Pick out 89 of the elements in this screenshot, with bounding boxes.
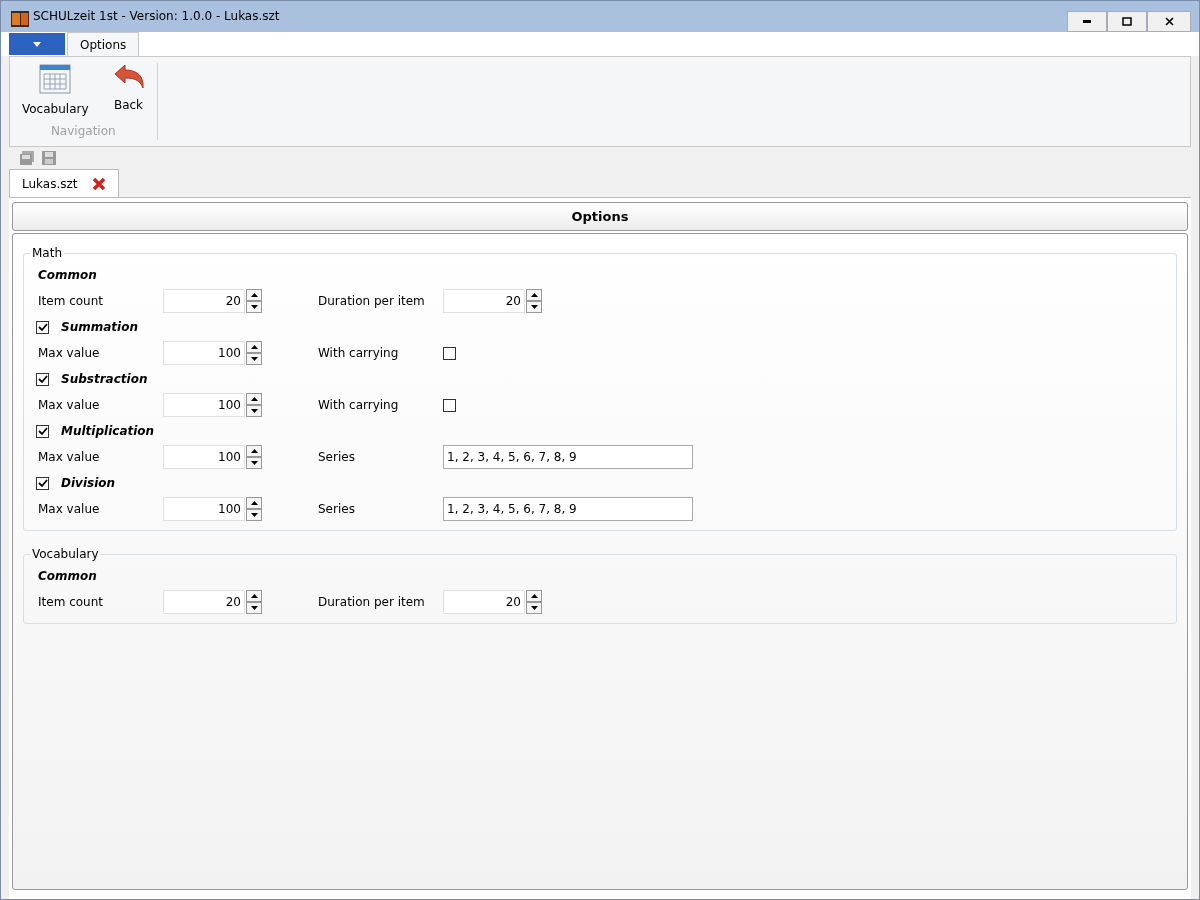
- spin-down-button[interactable]: [246, 602, 262, 614]
- ribbon-button[interactable]: Back: [108, 63, 149, 118]
- field-label: Max value: [38, 501, 101, 518]
- spin-up-button[interactable]: [246, 341, 262, 353]
- field-label: Max value: [38, 449, 101, 466]
- group-title: Vocabulary: [31, 546, 100, 563]
- close-icon[interactable]: [91, 176, 106, 191]
- spin-up-button[interactable]: [246, 497, 262, 509]
- up-arrow-icon: [250, 293, 258, 297]
- section-heading: Summation: [61, 319, 138, 336]
- save-icon: [41, 150, 57, 166]
- spin-down-button[interactable]: [246, 301, 262, 313]
- minimize-button[interactable]: [1067, 11, 1107, 32]
- save-all-icon: [19, 150, 35, 166]
- field-label: With carrying: [318, 345, 400, 362]
- number-field[interactable]: 100: [163, 445, 245, 469]
- app-logo-icon: [11, 11, 29, 27]
- field-label: Duration per item: [318, 594, 426, 611]
- maximize-icon: [1122, 17, 1132, 26]
- close-icon: [1164, 17, 1174, 26]
- spin-up-button[interactable]: [246, 445, 262, 457]
- checkbox[interactable]: [443, 346, 456, 360]
- number-field[interactable]: 100: [163, 341, 245, 365]
- section-heading: Multiplication: [61, 423, 155, 440]
- spin-down-button[interactable]: [246, 509, 262, 521]
- up-arrow-icon: [250, 345, 258, 349]
- number-field[interactable]: 20: [443, 590, 525, 614]
- field-label: Max value: [38, 397, 101, 414]
- close-button[interactable]: [1147, 11, 1191, 32]
- spin-down-button[interactable]: [246, 405, 262, 417]
- section-heading: Common: [38, 267, 97, 284]
- ribbon-button[interactable]: Vocabulary: [18, 63, 93, 118]
- group-label: Navigation: [50, 123, 116, 140]
- number-field[interactable]: 20: [443, 289, 525, 313]
- table-icon: [39, 64, 72, 94]
- up-arrow-icon: [250, 501, 258, 505]
- section-heading: Division: [61, 475, 116, 492]
- checkbox[interactable]: [36, 424, 49, 438]
- section-heading: Common: [38, 568, 97, 585]
- spin-down-button[interactable]: [246, 353, 262, 365]
- spin-up-button[interactable]: [526, 590, 542, 602]
- number-field[interactable]: 100: [163, 497, 245, 521]
- text-field[interactable]: 1, 2, 3, 4, 5, 6, 7, 8, 9: [443, 445, 693, 469]
- checkbox[interactable]: [36, 372, 49, 386]
- maximize-button[interactable]: [1107, 11, 1147, 32]
- spin-up-button[interactable]: [526, 289, 542, 301]
- spin-up-button[interactable]: [246, 289, 262, 301]
- section-heading: Substraction: [61, 371, 148, 388]
- down-arrow-icon: [250, 606, 258, 610]
- field-label: Max value: [38, 345, 101, 362]
- field-label: Series: [318, 449, 356, 466]
- field-label: Item count: [38, 293, 104, 310]
- number-field[interactable]: 20: [163, 289, 245, 313]
- up-arrow-icon: [530, 594, 538, 598]
- spin-down-button[interactable]: [526, 301, 542, 313]
- field-label: Duration per item: [318, 293, 426, 310]
- field-label: With carrying: [318, 397, 400, 414]
- document-tab[interactable]: Lukas.szt: [9, 169, 119, 197]
- number-field[interactable]: 100: [163, 393, 245, 417]
- down-arrow-icon: [250, 357, 258, 361]
- up-arrow-icon: [250, 449, 258, 453]
- down-arrow-icon: [250, 513, 258, 517]
- caret-icon: [33, 41, 41, 47]
- minimize-icon: [1083, 20, 1091, 23]
- down-arrow-icon: [250, 409, 258, 413]
- checkbox[interactable]: [36, 320, 49, 334]
- panel-header: Options: [12, 202, 1188, 231]
- up-arrow-icon: [530, 293, 538, 297]
- window-title: SCHULzeit 1st - Version: 1.0.0 - Lukas.szt: [33, 8, 280, 25]
- down-arrow-icon: [530, 305, 538, 309]
- checkbox[interactable]: [443, 398, 456, 412]
- number-field[interactable]: 20: [163, 590, 245, 614]
- text-field[interactable]: 1, 2, 3, 4, 5, 6, 7, 8, 9: [443, 497, 693, 521]
- spin-down-button[interactable]: [526, 602, 542, 614]
- group-title: Math: [31, 245, 64, 262]
- ribbon-tab[interactable]: Options: [67, 32, 140, 56]
- spin-down-button[interactable]: [246, 457, 262, 469]
- field-label: Series: [318, 501, 356, 518]
- down-arrow-icon: [530, 606, 538, 610]
- back-arrow-icon: [112, 64, 145, 90]
- tab-label: Lukas.szt: [22, 175, 78, 193]
- up-arrow-icon: [250, 594, 258, 598]
- spin-up-button[interactable]: [246, 590, 262, 602]
- up-arrow-icon: [250, 397, 258, 401]
- field-label: Item count: [38, 594, 104, 611]
- down-arrow-icon: [250, 461, 258, 465]
- checkbox[interactable]: [36, 476, 49, 490]
- down-arrow-icon: [250, 305, 258, 309]
- spin-up-button[interactable]: [246, 393, 262, 405]
